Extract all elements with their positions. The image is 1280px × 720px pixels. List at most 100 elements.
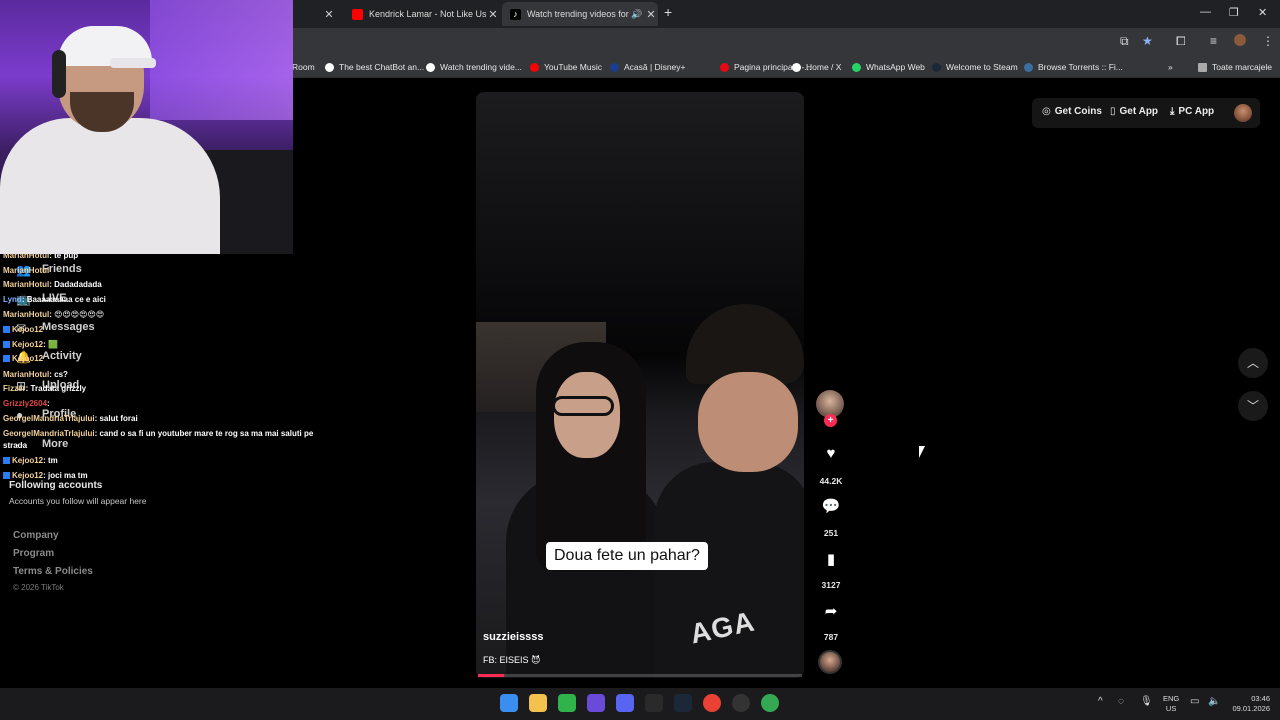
bookmark-favicon-icon [720,62,729,72]
display-icon[interactable]: ▭ [1190,696,1199,707]
follow-plus-icon[interactable]: + [824,414,837,427]
chevron-up-icon: ︿ [1246,356,1259,370]
share-icon: ➦ [824,603,838,620]
bookmark-item[interactable]: Room [292,60,315,74]
profile-avatar[interactable] [1234,34,1246,46]
following-empty-text: Accounts you follow will appear here [9,496,147,506]
pc-app-button[interactable]: ⤓ PC App [1170,106,1214,117]
chat-username: GeorgelMandriaTrlajului [3,414,95,423]
tiktok-icon: ♪ [510,8,521,20]
chat-message: Kejoo12: 🟩 [3,340,58,350]
chat-username: Kejoo12 [12,325,44,334]
close-window-button[interactable]: ✕ [1258,6,1267,19]
chat-username: Kejoo12 [12,456,44,465]
chat-text: : joci ma tm [43,471,88,480]
extensions-icon[interactable]: ⧠ [1176,34,1186,49]
speaker-icon[interactable]: 🔊 [630,9,644,20]
language-indicator[interactable]: ENG US [1163,694,1179,714]
chat-username: Fizzer [3,384,26,393]
youtube-icon [352,8,363,20]
more-bookmarks-icon[interactable]: » [1168,60,1173,74]
chevron-up-icon[interactable]: ^ [1098,696,1103,707]
tab-title: Kendrick Lamar - Not Like Us - [369,9,486,19]
comment-button[interactable]: 💬 [816,497,846,516]
microphone-icon[interactable]: 🎙 [1140,696,1153,707]
footer-terms[interactable]: Terms & Policies [13,566,93,577]
menu-icon[interactable]: ⋮ [1262,34,1274,48]
chrome-icon[interactable] [703,694,721,712]
bookmark-favicon-icon [426,62,435,72]
following-heading: Following accounts [9,480,103,491]
windows-start-icon[interactable] [500,694,518,712]
chat-message: Fizzer: Tradata grizzly [3,384,86,394]
folder-icon [1198,62,1207,72]
bookmark-item[interactable]: Watch trending vide... [426,60,522,74]
chat-username: Grizzly2604 [3,399,48,408]
chat-message: MarianHotul [3,266,49,276]
bookmark-item[interactable]: WhatsApp Web [852,60,925,74]
video-description: FB: EISEIS 😈 [483,655,541,665]
chat-username: MarianHotul [3,310,50,319]
chat-text: : Baaaaaaaaa ce e aici [21,295,106,304]
chat-username: MarianHotul [3,370,50,379]
tab-tiktok[interactable]: ♪ Watch trending videos for y 🔊 ✕ [502,2,658,26]
chat-message: MarianHotul: cs? [3,370,68,380]
new-tab-button[interactable]: + [664,4,672,20]
video-username[interactable]: suzzieissss [483,631,544,643]
save-button[interactable]: ▮ [816,550,846,569]
footer-company[interactable]: Company [13,530,59,541]
steam-icon[interactable] [674,694,692,712]
share-button[interactable]: ➦ [816,602,846,621]
bookmark-favicon-icon [1024,62,1033,72]
chat-username: Kejoo12 [12,354,44,363]
maximize-button[interactable]: ❐ [1229,6,1239,19]
obs-icon[interactable] [732,694,750,712]
cast-icon[interactable]: ⧉ [1120,34,1129,49]
bookmark-item[interactable]: YouTube Music [530,60,602,74]
chat-message: MarianHotul: Dadadadada [3,280,102,290]
taskbar [0,688,1280,720]
file-explorer-icon[interactable] [529,694,547,712]
chat-badge-icon [3,341,10,349]
video-progress[interactable] [478,674,802,677]
prev-video-button[interactable]: ︿ [1238,348,1268,378]
bookmark-item[interactable]: Acasă | Disney+ [610,60,686,74]
tab-0[interactable]: ✕ [296,4,340,24]
chrome-icon[interactable] [761,694,779,712]
app-icon[interactable] [587,694,605,712]
chat-text: : tm [43,456,58,465]
volume-icon[interactable]: 🔈 [1208,696,1220,707]
user-avatar[interactable] [1234,104,1252,122]
phone-icon: ▯ [1110,106,1116,117]
progress-fill [478,674,504,677]
close-icon[interactable]: ✕ [644,8,658,21]
video-player[interactable]: AGA [476,92,804,678]
network-icon[interactable]: ◌ [1118,696,1124,707]
star-icon[interactable]: ★ [1142,34,1153,48]
video-caption: Doua fete un pahar? [546,542,708,570]
get-app-button[interactable]: ▯ Get App [1110,106,1158,117]
close-icon[interactable]: ✕ [486,8,500,21]
bookmark-item[interactable]: Browse Torrents :: Fi... [1024,60,1123,74]
bookmark-item[interactable]: Welcome to Steam [932,60,1018,74]
like-button[interactable]: ♥ [816,445,846,463]
epic-games-icon[interactable] [645,694,663,712]
bookmark-favicon-icon [792,62,801,72]
bookmark-folder[interactable]: Toate marcajele [1198,60,1272,74]
tab-youtube[interactable]: Kendrick Lamar - Not Like Us - ✕ [344,4,500,24]
bookmark-item[interactable]: Home / X [792,60,841,74]
music-disc[interactable] [818,650,842,674]
bookmark-item[interactable]: The best ChatBot an... [325,60,424,74]
system-clock[interactable]: 03:46 09.01.2026 [1228,694,1270,714]
bookmark-favicon-icon [530,62,539,72]
next-video-button[interactable]: ﹀ [1238,391,1268,421]
share-count: 787 [823,632,839,642]
footer-program[interactable]: Program [13,548,54,559]
chat-message: Kejoo12: tm [3,456,58,466]
get-coins-button[interactable]: ◎ Get Coins [1042,106,1102,117]
media-icon[interactable]: ≡ [1210,34,1217,48]
discord-icon[interactable] [616,694,634,712]
minimize-button[interactable]: — [1200,6,1211,18]
app-icon[interactable] [558,694,576,712]
close-icon[interactable]: ✕ [322,8,336,21]
